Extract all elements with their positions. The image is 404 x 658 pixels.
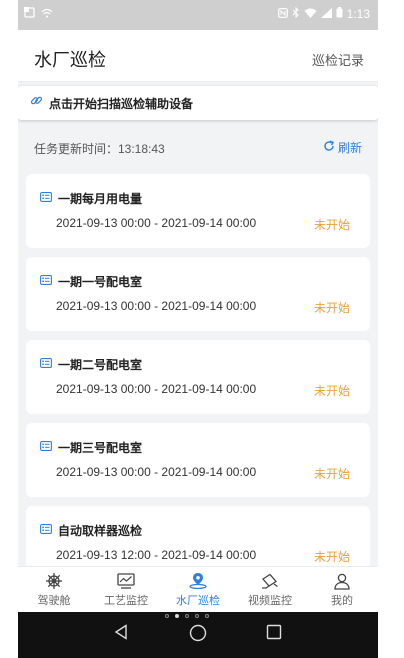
task-time-range: 2021-09-13 00:00 - 2021-09-14 00:00 <box>56 382 257 396</box>
user-icon <box>333 572 351 590</box>
link-icon <box>30 94 43 112</box>
scan-banner-label: 点击开始扫描巡检辅助设备 <box>49 96 194 111</box>
task-title: 一期三号配电室 <box>58 440 143 455</box>
inspection-record-link[interactable]: 巡检记录 <box>312 50 364 69</box>
nav-item-process-monitor[interactable]: 工艺监控 <box>90 567 162 612</box>
page-dot <box>205 614 209 618</box>
home-icon[interactable] <box>189 624 207 647</box>
bottom-navigation: 驾驶舱 工艺监控 水厂巡检 视频监控 我的 <box>18 566 378 612</box>
task-title: 一期二号配电室 <box>58 357 143 372</box>
page-dot <box>165 614 169 618</box>
status-time: 1:13 <box>346 7 370 21</box>
wifi-small-icon <box>41 7 53 21</box>
page-title: 水厂巡检 <box>34 50 106 70</box>
camera-icon <box>261 572 279 590</box>
task-title: 自动取样器巡检 <box>58 523 143 538</box>
task-status: 未开始 <box>313 384 350 398</box>
app-header: 水厂巡检 巡检记录 <box>18 30 378 82</box>
task-status: 未开始 <box>313 218 350 232</box>
nav-item-cockpit[interactable]: 驾驶舱 <box>18 567 90 612</box>
refresh-icon <box>323 140 335 155</box>
task-status: 未开始 <box>313 550 350 564</box>
status-bar: 1:13 <box>18 0 378 30</box>
bluetooth-icon <box>292 6 300 21</box>
task-time-range: 2021-09-13 00:00 - 2021-09-14 00:00 <box>56 299 257 313</box>
task-card[interactable]: 一期一号配电室 2021-09-13 00:00 - 2021-09-14 00… <box>26 257 370 331</box>
page-dot <box>185 614 189 618</box>
nav-label: 视频监控 <box>248 595 292 607</box>
task-update-row: 任务更新时间：13:18:43 刷新 <box>34 138 362 158</box>
task-list-icon <box>40 521 52 539</box>
nfc-icon <box>277 7 288 21</box>
phone-screen: 1:13 水厂巡检 巡检记录 点击开始扫描巡检辅助设备 任务更新时间：13:18… <box>18 0 378 658</box>
nav-label: 水厂巡检 <box>176 595 220 607</box>
task-card[interactable]: 一期三号配电室 2021-09-13 00:00 - 2021-09-14 00… <box>26 423 370 497</box>
nav-item-mine[interactable]: 我的 <box>306 567 378 612</box>
app-notification-icon <box>24 7 35 21</box>
system-navigation-bar <box>18 612 378 658</box>
task-list-icon <box>40 189 52 207</box>
location-pin-icon <box>187 572 209 590</box>
task-list-icon <box>40 355 52 373</box>
task-status: 未开始 <box>313 467 350 481</box>
task-status: 未开始 <box>313 301 350 315</box>
monitor-chart-icon <box>117 572 135 590</box>
page-dot <box>195 614 199 618</box>
recents-icon[interactable] <box>266 624 282 645</box>
nav-label: 工艺监控 <box>104 595 148 607</box>
task-list-icon <box>40 272 52 290</box>
task-title: 一期每月用电量 <box>58 191 143 206</box>
task-title: 一期一号配电室 <box>58 274 143 289</box>
page-indicator <box>165 614 209 618</box>
nav-item-plant-inspection[interactable]: 水厂巡检 <box>162 567 234 612</box>
task-time-range: 2021-09-13 12:00 - 2021-09-14 00:00 <box>56 548 257 562</box>
refresh-label: 刷新 <box>337 141 362 155</box>
task-time-range: 2021-09-13 00:00 - 2021-09-14 00:00 <box>56 216 257 230</box>
nav-item-video-monitor[interactable]: 视频监控 <box>234 567 306 612</box>
task-update-time: 任务更新时间：13:18:43 <box>34 142 165 156</box>
helm-icon <box>45 572 63 590</box>
wifi-icon <box>304 7 317 21</box>
task-list-icon <box>40 438 52 456</box>
back-icon[interactable] <box>114 624 128 645</box>
scan-device-banner[interactable]: 点击开始扫描巡检辅助设备 <box>18 86 378 120</box>
nav-label: 我的 <box>331 595 353 607</box>
task-card[interactable]: 一期二号配电室 2021-09-13 00:00 - 2021-09-14 00… <box>26 340 370 414</box>
refresh-button[interactable]: 刷新 <box>323 139 362 156</box>
signal-icon <box>320 7 332 21</box>
battery-icon <box>336 7 343 21</box>
nav-label: 驾驶舱 <box>37 595 71 607</box>
page-dot-active <box>175 614 179 618</box>
task-card[interactable]: 一期每月用电量 2021-09-13 00:00 - 2021-09-14 00… <box>26 174 370 248</box>
task-time-range: 2021-09-13 00:00 - 2021-09-14 00:00 <box>56 465 257 479</box>
